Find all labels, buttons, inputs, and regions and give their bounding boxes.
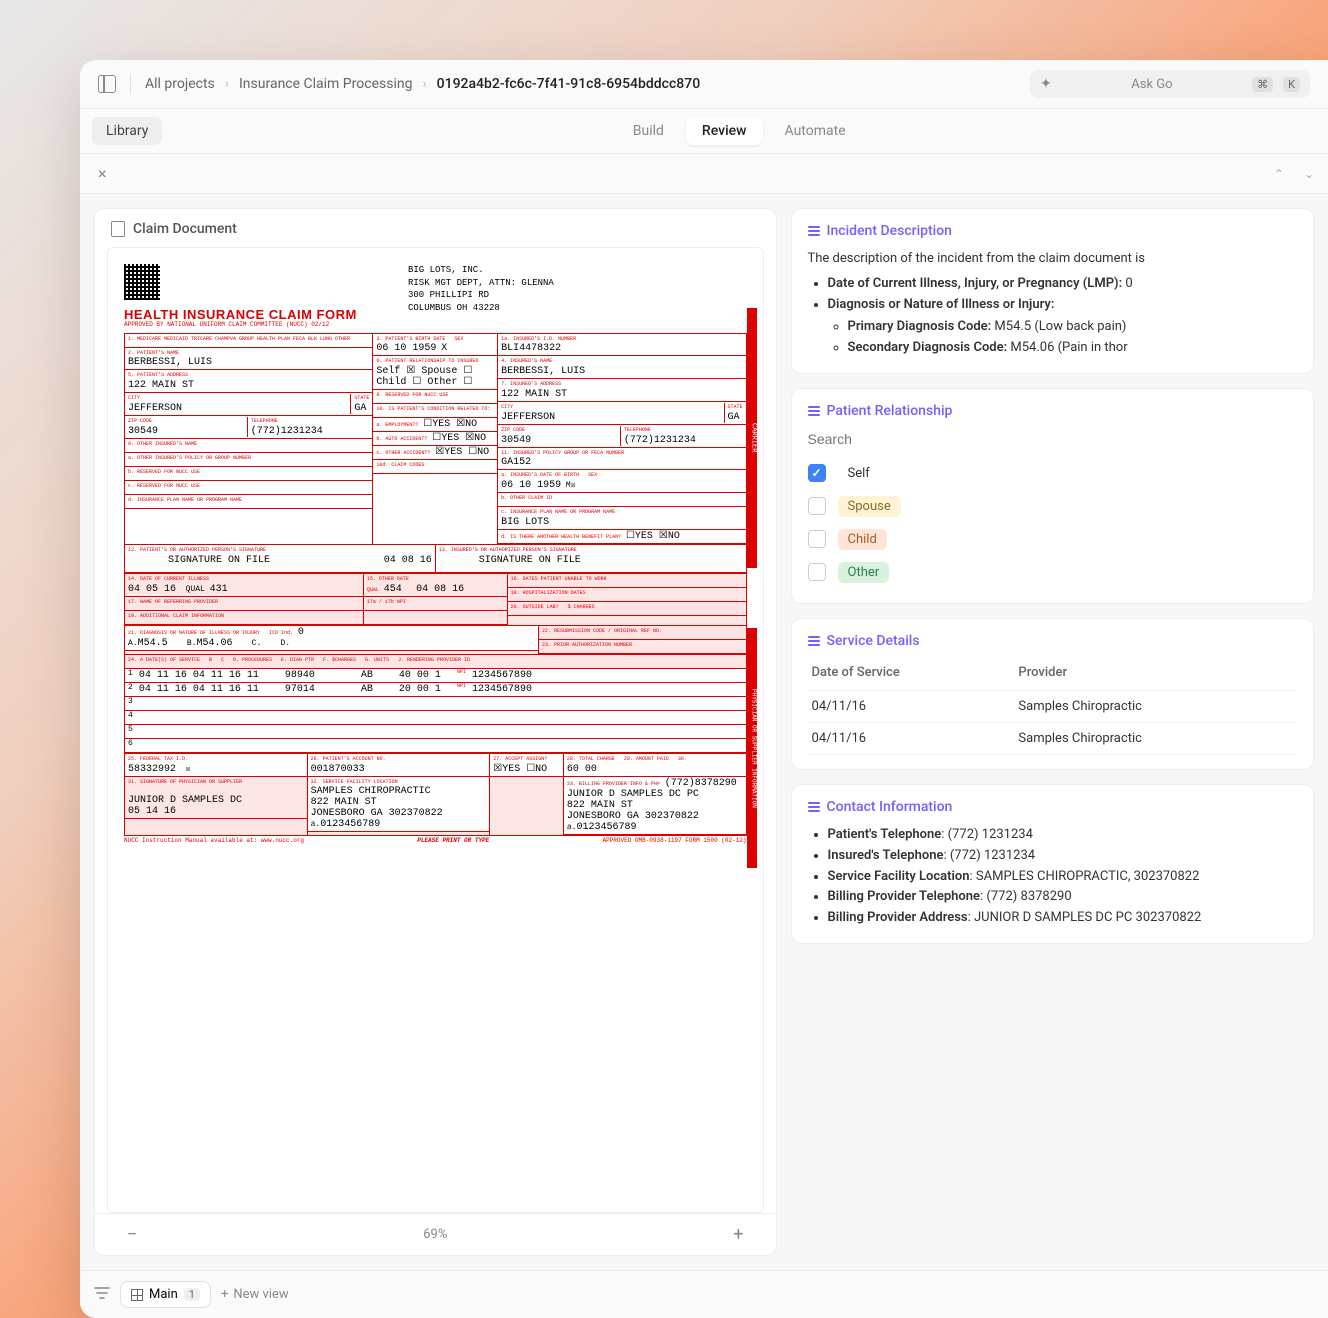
list-icon [808,636,820,646]
document-viewer[interactable]: BIG LOTS, INC. RISK MGT DEPT, ATTN: GLEN… [107,247,764,1213]
tab-review[interactable]: Review [686,117,763,145]
filter-icon[interactable] [94,1285,110,1304]
sidebar-toggle-icon[interactable] [98,75,116,93]
breadcrumb-root[interactable]: All projects [145,76,215,92]
service-panel: Service Details Date of Service Provider… [791,618,1314,770]
option-label: Child [838,529,887,550]
supplier-strip: PHYSICIAN OR SUPPLIER INFORMATION [747,628,757,868]
view-count: 1 [184,1288,200,1301]
breadcrumb-project[interactable]: Insurance Claim Processing [239,76,412,92]
contact-title: Contact Information [808,799,1297,815]
contact-panel: Contact Information Patient's Telephone:… [791,784,1314,944]
topbar: All projects › Insurance Claim Processin… [80,60,1328,109]
table-row[interactable]: 04/11/16Samples Chiropractic [808,690,1297,722]
shortcut-k: K [1283,77,1300,92]
ask-go-input[interactable]: ✦ Ask Go ⌘ K [1030,70,1310,98]
bottombar: Main 1 + New view [80,1270,1328,1318]
relationship-search-input[interactable] [808,429,1297,457]
tab-automate[interactable]: Automate [769,117,862,145]
document-icon [111,221,125,237]
zoom-level: 69% [423,1227,447,1242]
close-icon[interactable]: × [94,160,111,187]
checkbox-other[interactable] [808,563,826,581]
list-icon [808,406,820,416]
option-label: Self [838,463,880,484]
zoom-in-button[interactable]: + [725,1224,751,1245]
incident-panel: Incident Description The description of … [791,208,1314,374]
relationship-panel: Patient Relationship Self Spouse Child [791,388,1314,604]
chevron-down-icon[interactable]: ⌄ [1304,167,1314,181]
plus-icon: + [221,1287,228,1302]
chevron-right-icon: › [225,76,229,92]
subbar: × ⌃ ⌄ [80,154,1328,194]
view-chip-main[interactable]: Main 1 [120,1281,211,1308]
grid-icon [131,1289,143,1301]
list-icon [808,802,820,812]
document-panel-header: Claim Document [95,209,776,247]
mode-tabs: Build Review Automate [162,117,1316,145]
option-label: Other [838,562,890,583]
tab-build[interactable]: Build [617,117,680,145]
incident-title: Incident Description [808,223,1297,239]
breadcrumb: All projects › Insurance Claim Processin… [145,76,1016,92]
qr-code [124,264,160,300]
app-window: All projects › Insurance Claim Processin… [80,60,1328,1318]
breadcrumb-current: 0192a4b2-fc6c-7f41-91c8-6954bddcc870 [437,76,701,92]
carrier-strip: CARRIER [747,308,757,568]
checkbox-spouse[interactable] [808,497,826,515]
checkbox-self[interactable] [808,464,826,482]
option-spouse[interactable]: Spouse [808,490,1297,523]
view-label: Main [149,1287,178,1302]
table-row[interactable]: 04/11/16Samples Chiropractic [808,722,1297,754]
document-title: Claim Document [133,221,237,237]
ask-placeholder: Ask Go [1062,77,1242,92]
contact-body: Patient's Telephone: (772) 1231234 Insur… [808,825,1297,929]
checkbox-child[interactable] [808,530,826,548]
list-icon [808,226,820,236]
relationship-title: Patient Relationship [808,403,1297,419]
new-view-button[interactable]: + New view [221,1287,289,1302]
form-subtitle: APPROVED BY NATIONAL UNIFORM CLAIM COMMI… [124,322,747,329]
col-provider: Provider [1014,659,1297,691]
col-date: Date of Service [808,659,1015,691]
chevron-right-icon: › [422,76,426,92]
shortcut-cmd: ⌘ [1252,77,1273,92]
payer-address: BIG LOTS, INC. RISK MGT DEPT, ATTN: GLEN… [408,264,554,314]
option-other[interactable]: Other [808,556,1297,589]
details-column: Incident Description The description of … [791,208,1314,1256]
sparkle-icon: ✦ [1040,76,1052,92]
service-table: Date of Service Provider 04/11/16Samples… [808,659,1297,755]
secondbar: Library Build Review Automate [80,109,1328,154]
zoom-bar: − 69% + [95,1213,776,1255]
service-title: Service Details [808,633,1297,649]
divider [130,74,131,94]
zoom-out-button[interactable]: − [119,1224,145,1245]
library-button[interactable]: Library [92,117,162,145]
option-child[interactable]: Child [808,523,1297,556]
document-panel: Claim Document BIG LOTS, INC. RISK MGT D… [94,208,777,1256]
nav-chevrons: ⌃ ⌄ [1274,167,1314,181]
option-label: Spouse [838,496,901,517]
chevron-up-icon[interactable]: ⌃ [1274,167,1284,181]
incident-body: The description of the incident from the… [808,249,1297,359]
option-self[interactable]: Self [808,457,1297,490]
claim-form-image: BIG LOTS, INC. RISK MGT DEPT, ATTN: GLEN… [108,248,763,860]
content-area: Claim Document BIG LOTS, INC. RISK MGT D… [80,194,1328,1270]
